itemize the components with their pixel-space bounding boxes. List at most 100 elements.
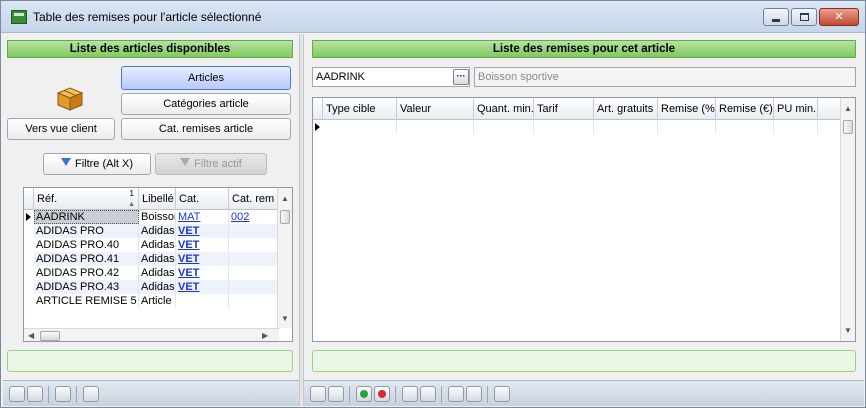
book-icon[interactable] bbox=[402, 386, 418, 402]
close-button[interactable]: ✕ bbox=[819, 8, 859, 26]
cell[interactable] bbox=[474, 120, 534, 134]
categories-article-button[interactable]: Catégories article bbox=[121, 93, 291, 115]
row-indicator bbox=[313, 120, 323, 134]
table-row[interactable]: ARTICLE REMISE 5 Article bbox=[24, 294, 279, 308]
column-header-libelle[interactable]: Libellé bbox=[139, 188, 176, 210]
column-header-remise-eur[interactable]: Remise (€) bbox=[716, 98, 774, 120]
table-row[interactable]: ADIDAS PRO.41 Adidas VET bbox=[24, 252, 279, 266]
cell[interactable] bbox=[774, 120, 818, 134]
print-icon[interactable] bbox=[448, 386, 464, 402]
table-row[interactable]: ADIDAS PRO.42 Adidas VET bbox=[24, 266, 279, 280]
scroll-up-icon[interactable]: ▲ bbox=[844, 104, 852, 114]
refresh-icon[interactable] bbox=[328, 386, 344, 402]
cell-libelle[interactable]: Adidas bbox=[139, 252, 176, 266]
cell-cat[interactable]: VET bbox=[176, 238, 229, 252]
cell-ref[interactable]: ADIDAS PRO.40 bbox=[34, 238, 139, 252]
cell[interactable] bbox=[658, 120, 716, 134]
table-row[interactable]: ADIDAS PRO.43 Adidas VET bbox=[24, 280, 279, 294]
cell-libelle[interactable]: Adidas bbox=[139, 280, 176, 294]
table-row[interactable]: ADIDAS PRO Adidas VET bbox=[24, 224, 279, 238]
discounts-vertical-scroll-thumb[interactable] bbox=[843, 120, 853, 134]
cell-ref[interactable]: AADRINK bbox=[34, 210, 139, 224]
column-header-tarif[interactable]: Tarif bbox=[534, 98, 594, 120]
cell-libelle[interactable]: Adidas bbox=[139, 238, 176, 252]
cell-cat[interactable]: MAT bbox=[176, 210, 229, 224]
cell-cat[interactable]: VET bbox=[176, 280, 229, 294]
cell-cat[interactable] bbox=[176, 294, 229, 308]
cell-cat-rem[interactable] bbox=[229, 266, 279, 280]
scroll-left-icon[interactable]: ◀ bbox=[28, 331, 34, 341]
table-row[interactable]: ADIDAS PRO.40 Adidas VET bbox=[24, 238, 279, 252]
cell-ref[interactable]: ADIDAS PRO bbox=[34, 224, 139, 238]
minimize-button[interactable] bbox=[763, 8, 789, 26]
print-icon[interactable] bbox=[9, 386, 25, 402]
discounts-vertical-scrollbar[interactable]: ▲ ▼ bbox=[840, 98, 855, 341]
cell-cat-rem[interactable] bbox=[229, 238, 279, 252]
discounts-table[interactable]: Type cible Valeur Quant. min. Tarif Art.… bbox=[312, 97, 856, 342]
column-header-art-gratuits[interactable]: Art. gratuits bbox=[594, 98, 658, 120]
column-header-pu-min[interactable]: PU min. bbox=[774, 98, 818, 120]
column-header-ref[interactable]: Réf. 1 ▲ bbox=[34, 188, 139, 210]
cell-cat-rem[interactable] bbox=[229, 280, 279, 294]
cell-libelle[interactable]: Adidas bbox=[139, 266, 176, 280]
maximize-button[interactable] bbox=[791, 8, 817, 26]
cell[interactable] bbox=[534, 120, 594, 134]
cell-cat-rem[interactable]: 002 bbox=[229, 210, 279, 224]
column-header-valeur[interactable]: Valeur bbox=[397, 98, 474, 120]
column-header-quant-min[interactable]: Quant. min. bbox=[474, 98, 534, 120]
row-indicator bbox=[24, 266, 34, 280]
scroll-right-icon[interactable]: ▶ bbox=[262, 331, 268, 341]
cell-ref[interactable]: ARTICLE REMISE 5 bbox=[34, 294, 139, 308]
delete-icon[interactable] bbox=[374, 386, 390, 402]
filter-button[interactable]: Filtre (Alt X) bbox=[43, 153, 151, 175]
row-indicator bbox=[24, 252, 34, 266]
export-icon[interactable] bbox=[466, 386, 482, 402]
export-icon[interactable] bbox=[27, 386, 43, 402]
cat-remises-article-button[interactable]: Cat. remises article bbox=[121, 118, 291, 140]
title-bar[interactable]: Table des remises pour l'article sélecti… bbox=[1, 1, 865, 33]
cell-cat-rem[interactable] bbox=[229, 252, 279, 266]
cell-libelle[interactable]: Adidas bbox=[139, 224, 176, 238]
articles-vertical-scroll-thumb[interactable] bbox=[280, 210, 290, 224]
cell[interactable] bbox=[594, 120, 658, 134]
article-code-field[interactable]: AADRINK bbox=[312, 67, 470, 87]
column-header-remise-pct[interactable]: Remise (%) bbox=[658, 98, 716, 120]
pin-icon[interactable] bbox=[55, 386, 71, 402]
articles-horizontal-scroll-thumb[interactable] bbox=[40, 331, 60, 341]
column-header-cat-rem[interactable]: Cat. rem bbox=[229, 188, 279, 210]
cell-cat-rem[interactable] bbox=[229, 294, 279, 308]
current-row-arrow-icon bbox=[315, 123, 320, 131]
articles-button[interactable]: Articles bbox=[121, 66, 291, 90]
scroll-down-icon[interactable]: ▼ bbox=[281, 314, 289, 324]
cell[interactable] bbox=[323, 120, 397, 134]
cell-ref[interactable]: ADIDAS PRO.43 bbox=[34, 280, 139, 294]
client-view-button[interactable]: Vers vue client bbox=[7, 118, 115, 140]
column-header-type-cible[interactable]: Type cible bbox=[323, 98, 397, 120]
articles-horizontal-scrollbar[interactable]: ◀ ▶ bbox=[24, 328, 279, 341]
articles-table[interactable]: Réf. 1 ▲ Libellé Cat. Cat. rem AADRINK Bo… bbox=[23, 187, 293, 342]
row-indicator bbox=[24, 280, 34, 294]
cell-cat[interactable]: VET bbox=[176, 266, 229, 280]
new-row[interactable] bbox=[313, 120, 842, 134]
browse-article-button[interactable]: ··· bbox=[453, 69, 469, 85]
cell-ref[interactable]: ADIDAS PRO.41 bbox=[34, 252, 139, 266]
columns-icon[interactable] bbox=[420, 386, 436, 402]
cell-libelle[interactable]: Boisson bbox=[139, 210, 176, 224]
cell-ref[interactable]: ADIDAS PRO.42 bbox=[34, 266, 139, 280]
save-icon[interactable] bbox=[310, 386, 326, 402]
attach-icon[interactable] bbox=[494, 386, 510, 402]
cell-cat-rem[interactable] bbox=[229, 224, 279, 238]
cell[interactable] bbox=[397, 120, 474, 134]
articles-vertical-scrollbar[interactable]: ▲ ▼ bbox=[277, 188, 292, 328]
discounts-status-bar bbox=[312, 350, 856, 372]
link-icon[interactable] bbox=[83, 386, 99, 402]
scroll-down-icon[interactable]: ▼ bbox=[844, 326, 852, 336]
cell[interactable] bbox=[716, 120, 774, 134]
cell-cat[interactable]: VET bbox=[176, 224, 229, 238]
column-header-cat[interactable]: Cat. bbox=[176, 188, 229, 210]
add-icon[interactable] bbox=[356, 386, 372, 402]
cell-libelle[interactable]: Article bbox=[139, 294, 176, 308]
table-row[interactable]: AADRINKBoissonMAT002 bbox=[24, 210, 279, 224]
cell-cat[interactable]: VET bbox=[176, 252, 229, 266]
scroll-up-icon[interactable]: ▲ bbox=[281, 194, 289, 204]
